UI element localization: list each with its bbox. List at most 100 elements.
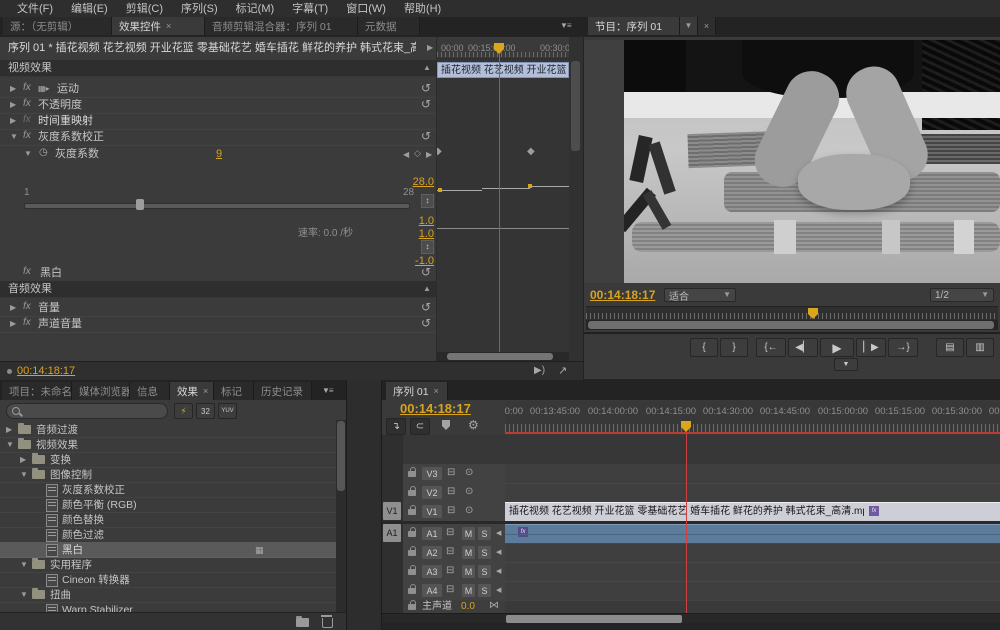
speaker-icon[interactable]: ◀: [496, 529, 501, 537]
tab-audio-mixer[interactable]: 音频剪辑混合器：序列 01: [205, 17, 358, 35]
lock-icon[interactable]: [408, 604, 416, 610]
velocity-graph-expander[interactable]: [421, 240, 434, 254]
panel-menu-icon[interactable]: ▼≡: [560, 21, 571, 30]
master-meter-icon[interactable]: ⋈: [489, 600, 499, 611]
search-input[interactable]: [25, 404, 164, 418]
extract-button[interactable]: ▥: [966, 338, 994, 357]
expand-icon[interactable]: ▶: [10, 304, 16, 312]
fx-icon[interactable]: fx: [23, 82, 31, 93]
tab-sequence-01[interactable]: 序列 01×: [386, 382, 448, 400]
sync-lock-icon[interactable]: ⊟: [446, 584, 454, 595]
tab-metadata[interactable]: 元数据: [358, 17, 420, 35]
timeline-view-toggle-icon[interactable]: ▶: [427, 44, 433, 52]
tree-row-cineon-converter[interactable]: Cineon 转换器: [0, 572, 336, 588]
reset-icon[interactable]: ↺: [421, 82, 431, 94]
video-effects-header[interactable]: 视频效果 ▲: [0, 60, 436, 77]
menu-file[interactable]: 文件(F): [8, 2, 62, 16]
solo-button[interactable]: S: [478, 527, 491, 540]
mute-button[interactable]: M: [462, 527, 475, 540]
sync-lock-icon[interactable]: ⊟: [447, 505, 455, 516]
effects-search-box[interactable]: [6, 403, 168, 419]
solo-button[interactable]: S: [478, 584, 491, 597]
collapse-icon[interactable]: ▲: [423, 64, 431, 72]
lock-icon[interactable]: [408, 509, 416, 515]
timeline-ruler[interactable]: 00:13:30:00 00:13:45:00 00:14:00:00 00:1…: [505, 401, 1000, 434]
menu-clip[interactable]: 剪辑(C): [117, 2, 172, 16]
lock-icon[interactable]: [408, 531, 416, 537]
speaker-icon[interactable]: ◀: [496, 567, 501, 575]
reset-icon[interactable]: ↺: [421, 301, 431, 313]
tree-row-image-control[interactable]: ▼ 图像控制: [0, 467, 336, 483]
solo-button[interactable]: S: [478, 546, 491, 559]
tab-media-browser[interactable]: 媒体浏览器: [72, 382, 130, 400]
reset-icon[interactable]: ↺: [421, 98, 431, 110]
solo-button[interactable]: S: [478, 565, 491, 578]
menu-sequence[interactable]: 序列(S): [172, 2, 227, 16]
mark-in-button[interactable]: {: [690, 338, 718, 357]
program-timecode[interactable]: 00:14:18:17: [590, 288, 655, 302]
effect-row-motion[interactable]: ▶ fx ▦▸ 运动 ↺: [0, 81, 436, 98]
timeline-timecode[interactable]: 00:14:18:17: [400, 402, 471, 416]
reset-icon[interactable]: ↺: [421, 130, 431, 142]
effects-tree-scrollbar[interactable]: [336, 420, 346, 612]
fx-icon[interactable]: fx: [23, 266, 31, 277]
wrench-icon[interactable]: ⚙: [468, 418, 479, 432]
stopwatch-icon[interactable]: ◷: [39, 147, 48, 158]
gamma-slider-track[interactable]: [24, 203, 410, 209]
track-header-a3[interactable]: A3 ⊟ M S ◀: [403, 562, 505, 582]
speaker-icon[interactable]: ◀: [496, 586, 501, 594]
expand-icon[interactable]: ▶: [20, 456, 26, 464]
tab-effects[interactable]: 效果×: [170, 382, 214, 400]
fx-icon[interactable]: fx: [23, 98, 31, 109]
effect-row-volume[interactable]: ▶ fx 音量 ↺: [0, 300, 436, 317]
tab-info[interactable]: 信息: [130, 382, 170, 400]
ecp-clip-bar[interactable]: 插花视频 花艺视频 开业花篮 零基础花艺 婚车插花 鲜花的养护 韩式花束_高清.…: [437, 62, 569, 78]
mute-button[interactable]: M: [462, 584, 475, 597]
bit-depth-badge[interactable]: 32: [196, 403, 215, 419]
tab-program-monitor[interactable]: 节目：序列 01: [588, 17, 680, 35]
expand-icon[interactable]: ▶: [6, 426, 12, 434]
reset-icon[interactable]: ↺: [421, 317, 431, 329]
audio-clip-a1[interactable]: fx: [505, 524, 1000, 543]
go-to-in-button[interactable]: {←: [756, 338, 786, 357]
menu-help[interactable]: 帮助(H): [395, 2, 450, 16]
export-frame-icon[interactable]: ↗: [558, 364, 567, 377]
yuv-badge[interactable]: YUV: [218, 403, 237, 419]
sync-lock-icon[interactable]: ⊟: [446, 565, 454, 576]
new-custom-bin-icon[interactable]: [296, 618, 309, 627]
track-header-master[interactable]: 主声道 0.0 ⋈: [403, 600, 505, 613]
add-marker-icon[interactable]: [442, 420, 450, 426]
tab-project[interactable]: 项目：未命名: [2, 382, 72, 400]
program-scrub-ruler[interactable]: [586, 306, 998, 320]
fit-dropdown[interactable]: 适合▼: [664, 288, 736, 302]
source-patch-audio[interactable]: A1: [383, 524, 401, 542]
panel-menu-icon[interactable]: ▼≡: [322, 386, 333, 395]
graph-value[interactable]: 1.0: [390, 214, 434, 228]
expand-icon[interactable]: ▶: [10, 117, 16, 125]
tree-row-warp-stabilizer[interactable]: Warp Stabilizer: [0, 602, 336, 612]
menu-title[interactable]: 字幕(T): [283, 2, 337, 16]
program-tab-close[interactable]: ×: [698, 17, 716, 35]
tree-row-video-effects[interactable]: ▼ 视频效果: [0, 437, 336, 453]
tree-row-distort[interactable]: ▼ 扭曲: [0, 587, 336, 603]
ecp-vscrollbar[interactable]: [569, 37, 583, 370]
expand-icon[interactable]: ▶: [10, 320, 16, 328]
expanded-icon[interactable]: ▼: [20, 591, 28, 599]
tab-history[interactable]: 历史记录: [254, 382, 312, 400]
fx-icon[interactable]: fx: [23, 301, 31, 312]
sync-lock-icon[interactable]: ⊟: [446, 546, 454, 557]
graph-value[interactable]: 1.0: [390, 227, 434, 241]
lock-icon[interactable]: [408, 550, 416, 556]
tree-row-audio-transitions[interactable]: ▶ 音频过渡: [0, 422, 336, 438]
close-icon[interactable]: ×: [203, 386, 208, 396]
menu-marker[interactable]: 标记(M): [227, 2, 284, 16]
video-clip-v1[interactable]: 插花视频 花艺视频 开业花篮 零基础花艺 婚车插花 鲜花的养护 韩式花束_高清.…: [505, 502, 1000, 521]
expanded-icon[interactable]: ▼: [20, 471, 28, 479]
fx-icon[interactable]: fx: [23, 130, 31, 141]
ecp-lane-scrollbar[interactable]: [437, 352, 569, 361]
expanded-icon[interactable]: ▼: [24, 150, 32, 158]
track-header-a2[interactable]: A2 ⊟ M S ◀: [403, 543, 505, 563]
source-patch-video[interactable]: V1: [383, 502, 401, 520]
expand-icon[interactable]: ▶: [10, 101, 16, 109]
accelerated-effects-badge[interactable]: ⚡: [174, 403, 193, 419]
